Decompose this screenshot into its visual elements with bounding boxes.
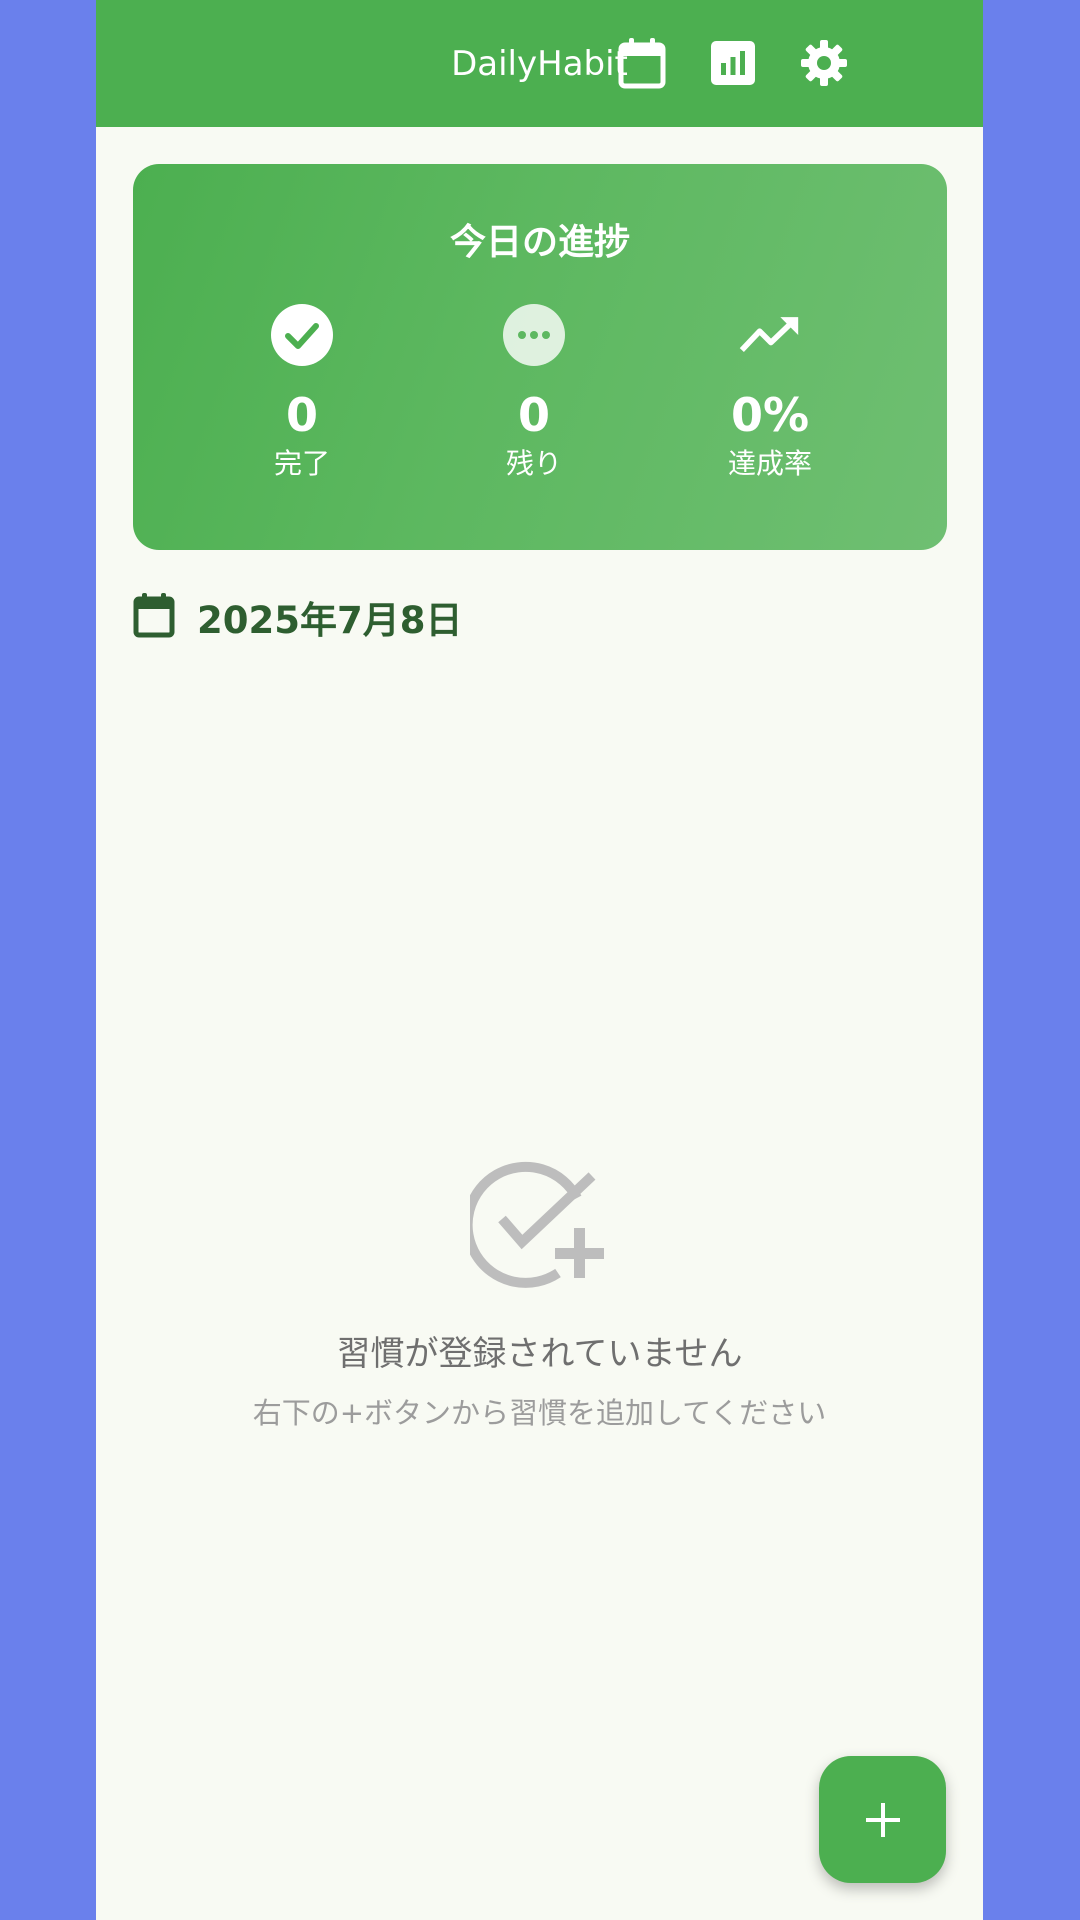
progress-card: 今日の進捗 0 完了 0 残り 0% 達成率 <box>133 164 947 550</box>
add-habit-button[interactable] <box>819 1756 946 1883</box>
achievement-rate-label: 達成率 <box>727 447 812 480</box>
completed-label: 完了 <box>273 447 330 480</box>
trending-up-icon <box>739 304 801 366</box>
plus-icon <box>865 1802 900 1837</box>
remaining-count: 0 <box>517 388 550 442</box>
current-date: 2025年7月8日 <box>197 599 463 642</box>
add-task-icon <box>462 1160 610 1290</box>
settings-gear-icon[interactable] <box>797 36 851 90</box>
completed-count: 0 <box>285 388 318 442</box>
calendar-icon[interactable] <box>615 36 669 90</box>
bar-chart-icon[interactable] <box>706 36 760 90</box>
app-screen: DailyHabit 今日の進捗 0 完了 0 残り 0% 達成率 2025年7… <box>96 0 983 1920</box>
empty-state-title: 習慣が登録されていません <box>336 1334 743 1374</box>
calendar-icon <box>133 592 175 642</box>
stat-completed: 0 完了 <box>202 304 402 482</box>
app-bar: DailyHabit <box>96 0 983 127</box>
achievement-rate-value: 0% <box>730 388 810 442</box>
empty-state: 習慣が登録されていません 右下の+ボタンから習慣を追加してください <box>96 1160 983 1432</box>
remaining-label: 残り <box>505 447 562 480</box>
empty-state-subtitle: 右下の+ボタンから習慣を追加してください <box>252 1396 827 1430</box>
progress-card-title: 今日の進捗 <box>449 222 630 263</box>
more-horiz-circle-icon <box>503 304 565 366</box>
stat-remaining: 0 残り <box>434 304 634 482</box>
stat-achievement-rate: 0% 達成率 <box>670 304 870 482</box>
check-circle-icon <box>271 304 333 366</box>
date-header: 2025年7月8日 <box>133 592 462 642</box>
